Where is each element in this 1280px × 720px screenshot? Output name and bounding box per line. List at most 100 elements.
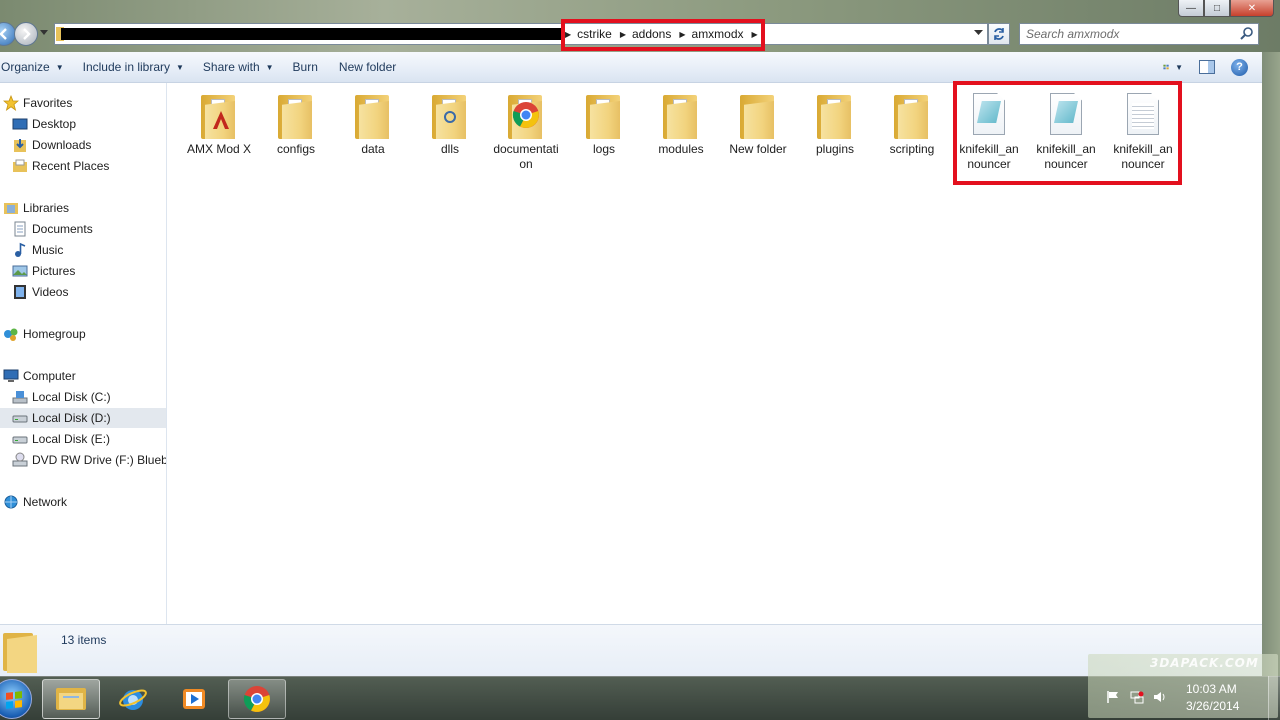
- downloads-icon: [12, 137, 28, 153]
- include-in-library-menu[interactable]: Include in library ▼: [83, 60, 203, 74]
- nav-pictures[interactable]: Pictures: [0, 261, 166, 281]
- share-with-menu[interactable]: Share with ▼: [203, 60, 293, 74]
- chevron-down-icon: ▼: [176, 62, 184, 72]
- nav-label: Network: [23, 495, 68, 509]
- file-item[interactable]: documentation: [493, 91, 559, 172]
- nav-local-disk-d[interactable]: Local Disk (D:): [0, 408, 166, 428]
- file-item[interactable]: data: [340, 91, 406, 157]
- file-name: documentation: [493, 142, 559, 171]
- taskbar-media-player-button[interactable]: [165, 679, 223, 719]
- clock-time[interactable]: 10:03 AM: [1186, 682, 1237, 696]
- file-item[interactable]: plugins: [802, 91, 868, 157]
- nav-favorites[interactable]: Favorites: [0, 93, 166, 113]
- chevron-down-icon[interactable]: ▼: [1175, 63, 1183, 72]
- file-item[interactable]: dlls: [417, 91, 483, 157]
- taskbar-ie-button[interactable]: [104, 679, 162, 719]
- new-folder-button[interactable]: New folder: [339, 60, 406, 74]
- burn-button[interactable]: Burn: [293, 60, 339, 74]
- clock-date[interactable]: 3/26/2014: [1186, 699, 1239, 713]
- nav-downloads[interactable]: Downloads: [0, 135, 166, 155]
- watermark-text: 3DAPACK.COM: [1150, 656, 1259, 670]
- pictures-icon: [12, 263, 28, 279]
- network-status-icon[interactable]: [1130, 690, 1144, 704]
- text-file-icon: [1119, 91, 1167, 139]
- file-item[interactable]: knifekill_announcer: [1110, 91, 1176, 172]
- action-center-flag-icon[interactable]: [1106, 690, 1120, 704]
- command-bar: Organize ▼ Include in library ▼ Share wi…: [0, 52, 1262, 83]
- share-with-label: Share with: [202, 60, 260, 74]
- nav-desktop[interactable]: Desktop: [0, 114, 166, 134]
- address-history-dropdown[interactable]: [974, 29, 983, 38]
- search-box[interactable]: [1019, 23, 1259, 45]
- nav-label: Libraries: [23, 201, 70, 215]
- nav-network[interactable]: Network: [0, 492, 166, 512]
- include-in-library-label: Include in library: [82, 60, 170, 74]
- file-name: logs: [592, 142, 615, 156]
- start-button[interactable]: [0, 679, 32, 719]
- refresh-button[interactable]: [988, 23, 1010, 45]
- minimize-button[interactable]: —: [1178, 0, 1204, 17]
- file-name: configs: [276, 142, 316, 156]
- organize-menu[interactable]: Organize ▼: [1, 60, 83, 74]
- taskbar-explorer-button[interactable]: [42, 679, 100, 719]
- show-desktop-button[interactable]: [1268, 676, 1280, 720]
- desktop-background-strip: [1262, 52, 1280, 676]
- chrome-icon: [243, 686, 270, 712]
- chevron-down-icon: [40, 30, 48, 35]
- nav-local-disk-c[interactable]: Local Disk (C:): [0, 387, 166, 407]
- media-player-icon: [183, 689, 205, 709]
- address-bar[interactable]: ▶ cstrike ▶ addons ▶ amxmodx ▶: [54, 23, 988, 45]
- nav-music[interactable]: Music: [0, 240, 166, 260]
- redacted-path: [61, 28, 561, 40]
- nav-recent-places[interactable]: Recent Places: [0, 156, 166, 176]
- recent-pages-dropdown[interactable]: [40, 29, 48, 38]
- chevron-right-icon[interactable]: ▶: [752, 30, 758, 39]
- help-icon[interactable]: ?: [1231, 58, 1248, 76]
- preview-pane-button[interactable]: [1197, 58, 1217, 76]
- amxx-file-icon: [1042, 91, 1090, 139]
- nav-videos[interactable]: Videos: [0, 282, 166, 302]
- file-item[interactable]: logs: [571, 91, 637, 157]
- file-item[interactable]: scripting: [879, 91, 945, 157]
- file-item[interactable]: configs: [263, 91, 329, 157]
- computer-icon: [3, 368, 19, 384]
- nav-computer[interactable]: Computer: [0, 366, 166, 386]
- folder-icon: [56, 688, 86, 710]
- taskbar-chrome-button[interactable]: [228, 679, 286, 719]
- preview-pane-icon: [1199, 60, 1215, 74]
- nav-label: Local Disk (D:): [32, 411, 111, 425]
- maximize-button[interactable]: □: [1204, 0, 1230, 17]
- search-icon[interactable]: [1240, 26, 1254, 40]
- breadcrumb-item-addons[interactable]: addons: [626, 27, 679, 41]
- chevron-down-icon: [974, 30, 983, 35]
- file-item[interactable]: knifekill_announcer: [956, 91, 1022, 172]
- system-drive-icon: [12, 389, 28, 405]
- file-item[interactable]: AMX Mod X: [186, 91, 252, 157]
- nav-label: Desktop: [32, 117, 77, 131]
- breadcrumb-item-amxmodx[interactable]: amxmodx: [686, 27, 752, 41]
- nav-label: Pictures: [32, 264, 76, 278]
- breadcrumb-item-cstrike[interactable]: cstrike: [571, 27, 620, 41]
- nav-local-disk-e[interactable]: Local Disk (E:): [0, 429, 166, 449]
- file-name: AMX Mod X: [186, 142, 252, 156]
- folder-icon: [349, 91, 397, 139]
- file-item[interactable]: knifekill_announcer: [1033, 91, 1099, 172]
- search-input[interactable]: [1026, 26, 1236, 42]
- forward-button[interactable]: [14, 22, 38, 46]
- file-name: plugins: [815, 142, 855, 156]
- file-item[interactable]: modules: [648, 91, 714, 157]
- volume-icon[interactable]: [1152, 690, 1166, 704]
- nav-dvd-drive[interactable]: DVD RW Drive (F:) Bluebir: [0, 450, 166, 470]
- nav-label: Computer: [23, 369, 76, 383]
- nav-libraries[interactable]: Libraries: [0, 198, 166, 218]
- close-button[interactable]: ✕: [1230, 0, 1274, 17]
- nav-homegroup[interactable]: Homegroup: [0, 324, 166, 344]
- change-view-button[interactable]: ▼: [1163, 58, 1183, 76]
- file-item[interactable]: New folder: [725, 91, 791, 157]
- details-pane: 13 items: [0, 624, 1262, 676]
- recent-places-icon: [12, 158, 28, 174]
- folder-icon: [580, 91, 628, 139]
- documents-icon: [12, 221, 28, 237]
- nav-documents[interactable]: Documents: [0, 219, 166, 239]
- file-name: New folder: [729, 142, 787, 156]
